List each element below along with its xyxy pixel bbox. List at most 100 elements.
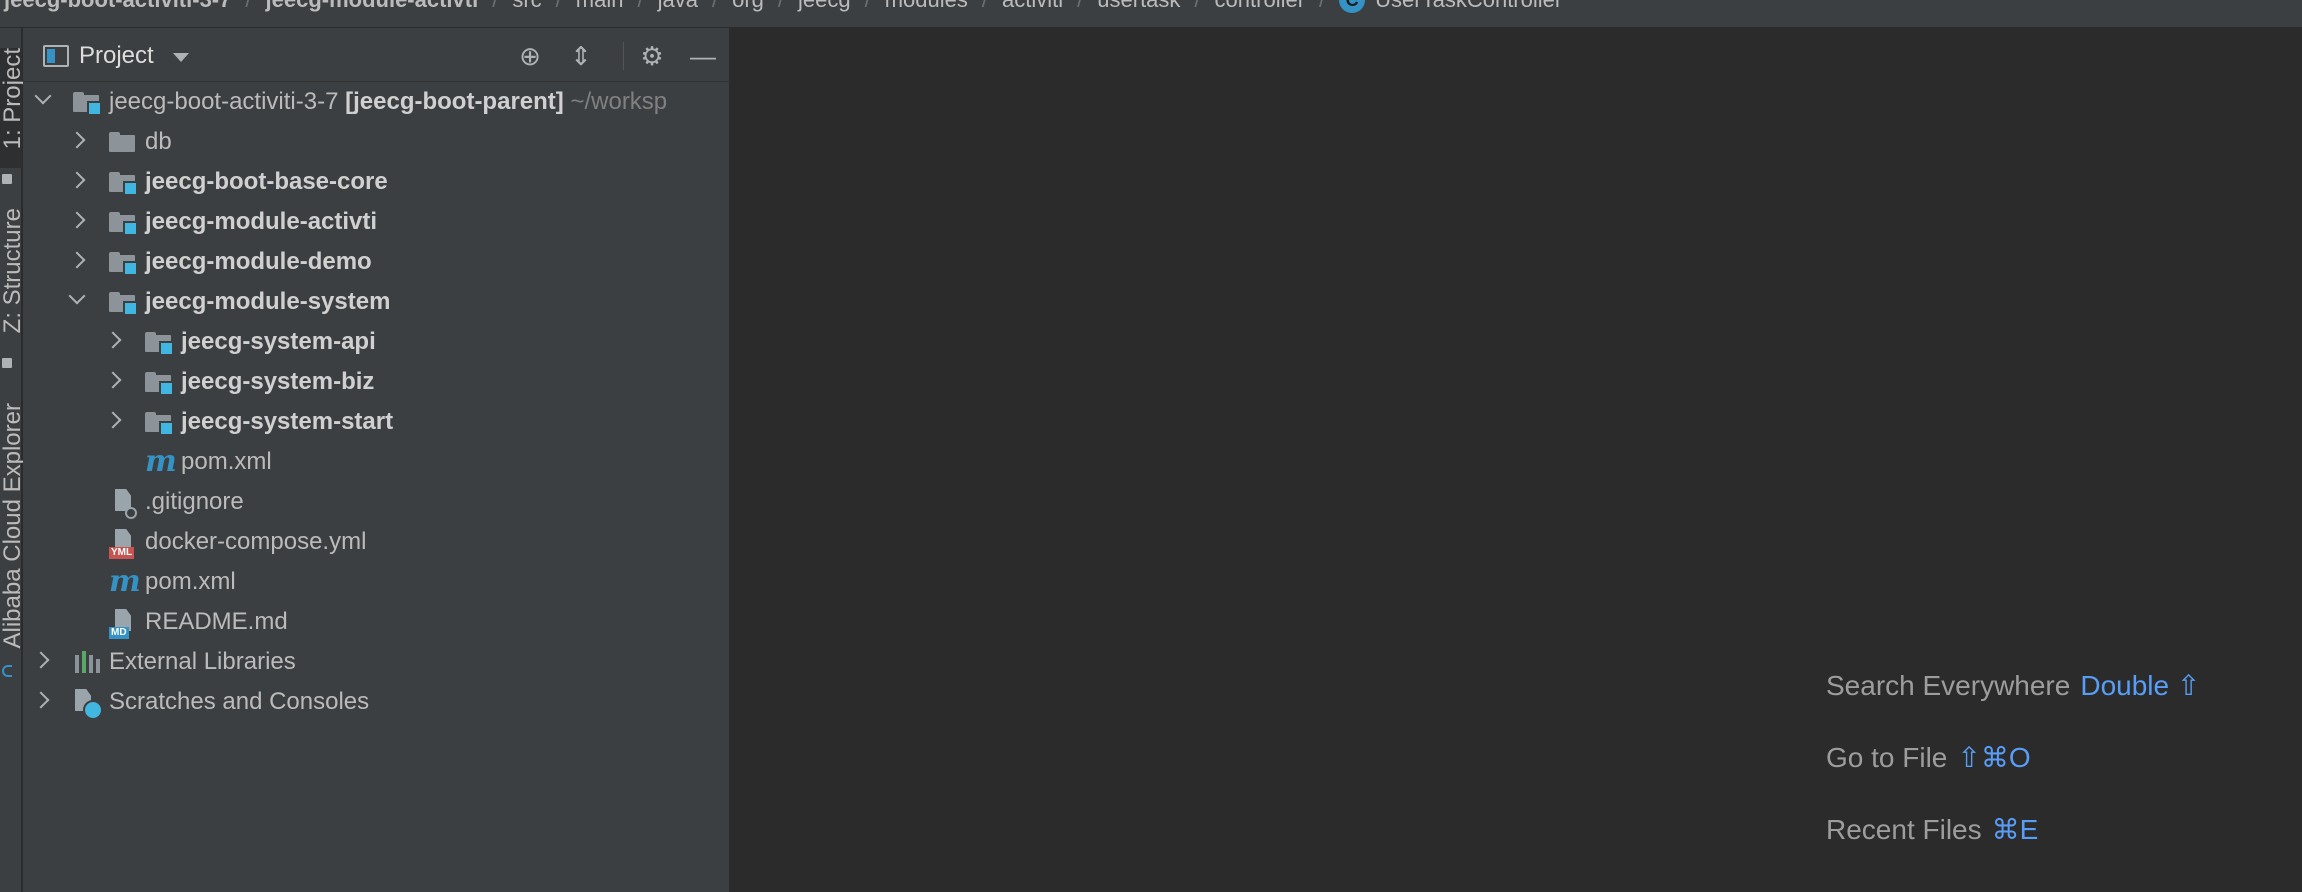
tree-node-label: External Libraries [109,648,296,675]
chevron-right-icon[interactable] [104,411,122,429]
chevron-right-icon[interactable] [32,691,50,709]
alibaba-cloud-icon [2,665,12,677]
tree-node[interactable]: jeecg-system-start [23,402,730,442]
tree-node[interactable]: jeecg-system-biz [23,362,730,402]
panel-title[interactable]: Project [79,42,154,70]
chevron-right-icon[interactable] [68,251,86,269]
hide-icon[interactable]: — [688,42,718,70]
chevron-down-icon[interactable] [173,53,189,62]
breadcrumb-item[interactable]: java [658,0,698,14]
breadcrumb-item[interactable]: jeecg-boot-activiti-3-7 [4,0,231,14]
chevron-right-icon[interactable] [104,331,122,349]
tree-node[interactable]: .gitignore [23,482,730,522]
divider [623,42,624,70]
breadcrumb-item[interactable]: src [512,0,541,14]
module-folder-icon [145,412,174,436]
breadcrumb-item-current[interactable]: UserTaskController [1375,0,1562,14]
breadcrumb-separator: / [1319,0,1325,14]
chevron-right-icon[interactable] [68,171,86,189]
external-libraries-icon [73,649,101,675]
tree-node[interactable]: m pom.xml [23,442,730,482]
tool-tab-structure[interactable]: Z: Structure [0,208,26,378]
project-panel: Project ⊕ ⇕ ⚙ — jeecg-boot-activiti-3-7 … [23,28,730,892]
tree-node-label: pom.xml [145,568,236,595]
breadcrumb-item[interactable]: usertask [1097,0,1180,14]
tree-node[interactable]: m pom.xml [23,562,730,602]
chevron-right-icon[interactable] [68,131,86,149]
tree-node[interactable]: jeecg-module-activti [23,202,730,242]
tree-node-label: jeecg-module-system [145,288,391,315]
hint-go-to-file: Go to File ⇧⌘O [1826,742,2031,773]
chevron-right-icon[interactable] [68,211,86,229]
project-view-icon [43,45,69,67]
tree-node-label: jeecg-system-api [181,328,376,355]
breadcrumb-separator: / [492,0,498,14]
tree-node-label: docker-compose.yml [145,528,367,555]
gitignore-icon [109,489,137,519]
maven-icon: m [109,564,141,599]
breadcrumb-item[interactable]: main [576,0,624,14]
breadcrumb-separator: / [1194,0,1200,14]
tree-node[interactable]: YML docker-compose.yml [23,522,730,562]
project-panel-header: Project ⊕ ⇕ ⚙ — [23,28,730,82]
tree-node-label: README.md [145,608,288,635]
maven-icon: m [145,444,177,479]
breadcrumb-separator: / [556,0,562,14]
structure-icon [2,358,12,368]
breadcrumb-separator: / [712,0,718,14]
tree-node[interactable]: External Libraries [23,642,730,682]
breadcrumb-separator: / [245,0,251,14]
chevron-right-icon[interactable] [104,371,122,389]
locate-icon[interactable]: ⊕ [515,42,545,70]
breadcrumb-item[interactable]: modules [885,0,968,14]
tree-node-label: jeecg-system-start [181,408,394,435]
tool-tab-cloud-explorer[interactable]: Alibaba Cloud Explorer [0,403,26,683]
tree-node-label: Scratches and Consoles [109,688,370,715]
module-folder-icon [109,252,138,276]
breadcrumb-separator: / [865,0,871,14]
chevron-right-icon[interactable] [32,651,50,669]
breadcrumb-item[interactable]: activiti [1002,0,1063,14]
tree-node[interactable]: jeecg-module-demo [23,242,730,282]
tree-node[interactable]: db [23,122,730,162]
chevron-down-icon[interactable] [68,287,86,305]
breadcrumb-item[interactable]: controller [1215,0,1305,14]
editor-area [731,28,2302,892]
breadcrumb-separator: / [1077,0,1083,14]
tool-tab-project[interactable]: 1: Project [0,48,26,184]
tree-node[interactable]: Scratches and Consoles [23,682,730,722]
folder-icon [2,174,12,184]
module-folder-icon [109,212,138,236]
module-folder-icon [145,332,174,356]
gear-icon[interactable]: ⚙ [637,42,667,70]
breadcrumb-item[interactable]: jeecg [798,0,851,14]
tree-node-label: db [145,128,172,155]
left-tool-strip: 1: Project Z: Structure Alibaba Cloud Ex… [0,28,26,892]
yaml-file-icon: YML [109,529,137,559]
tree-node-label: jeecg-boot-base-core [145,168,388,195]
tree-node-label: jeecg-module-activti [145,208,378,235]
breadcrumb-separator: / [778,0,784,14]
breadcrumb-item[interactable]: org [732,0,764,14]
breadcrumb: jeecg-boot-activiti-3-7 / jeecg-module-a… [0,0,2302,28]
tree-node[interactable]: jeecg-system-api [23,322,730,362]
tree-node[interactable]: jeecg-boot-base-core [23,162,730,202]
tree-node-label: jeecg-system-biz [181,368,375,395]
hint-search-everywhere: Search Everywhere Double ⇧ [1826,670,2201,701]
module-folder-icon [109,172,138,196]
breadcrumb-separator: / [982,0,988,14]
collapse-all-icon[interactable]: ⇕ [566,42,596,70]
tree-node-root[interactable]: jeecg-boot-activiti-3-7 [jeecg-boot-pare… [23,82,730,122]
module-folder-icon [109,292,138,316]
tree-node[interactable]: MD README.md [23,602,730,642]
module-folder-icon [145,372,174,396]
module-folder-icon [73,92,102,116]
tree-node-label: jeecg-boot-activiti-3-7 [jeecg-boot-pare… [109,88,668,115]
folder-icon [109,132,135,152]
breadcrumb-item[interactable]: jeecg-module-activti [266,0,479,14]
chevron-down-icon[interactable] [34,87,52,105]
tree-node[interactable]: jeecg-module-system [23,282,730,322]
class-icon [1339,0,1366,13]
tree-node-label: pom.xml [181,448,272,475]
markdown-file-icon: MD [109,609,137,639]
